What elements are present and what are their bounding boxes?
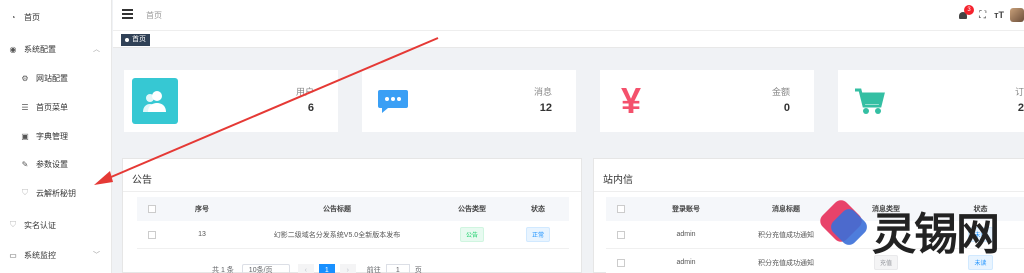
sidebar-item-label: 参数设置 — [36, 159, 68, 169]
avatar[interactable] — [1010, 8, 1024, 22]
stat-card-messages[interactable]: 消息 12 — [362, 70, 576, 132]
sidebar-item-label: 系统配置 — [24, 44, 56, 54]
font-size-icon[interactable]: тT — [994, 10, 1004, 20]
row-checkbox[interactable] — [617, 258, 625, 267]
list-icon: ☰ — [21, 102, 29, 112]
tag-label: 首页 — [132, 36, 146, 43]
cell-id: 13 — [198, 231, 206, 238]
column-header: 序号 — [195, 206, 209, 213]
type-tag: 公告 — [459, 227, 484, 242]
fullscreen-icon[interactable]: ⛶ — [979, 10, 986, 21]
notice-panel: 公告 序号 公告标题 公告类型 状态 13 幻影二级域名分发系统V5.0全新版本… — [122, 158, 582, 273]
sidebar-item-system-config[interactable]: ◉ 系统配置 ︿ — [0, 35, 112, 63]
yen-icon: ¥ — [608, 78, 654, 124]
stat-label: 用户 — [295, 87, 314, 97]
message-icon — [370, 78, 416, 124]
status-tag: 正常 — [525, 227, 550, 242]
sidebar-item-site-config[interactable]: ⚙ 网站配置 — [0, 64, 112, 92]
column-header: 状态 — [531, 206, 545, 213]
goto-suffix: 页 — [414, 267, 422, 273]
chevron-up-icon: ︿ — [93, 46, 100, 53]
sidebar-item-monitor[interactable]: ▭ 系统监控 ﹀ — [0, 241, 112, 269]
page-number[interactable]: 1 — [318, 263, 335, 273]
stat-label: 订 — [1014, 87, 1024, 97]
stat-value: 6 — [307, 102, 314, 114]
settings-icon: ◉ — [9, 44, 17, 54]
row-checkbox[interactable] — [617, 230, 625, 239]
sidebar-item-label: 云解析秘钥 — [36, 188, 76, 198]
tag-home[interactable]: 首页 — [121, 34, 150, 46]
sidebar: ◔ 首页 ◉ 系统配置 ︿ ⚙ 网站配置 ☰ 首页菜单 ▣ 字典管理 ✎ 参数设… — [0, 0, 112, 273]
column-header: 公告标题 — [323, 206, 351, 213]
cell-title: 积分充值成功通知 — [758, 259, 814, 267]
cell-title: 幻影二级域名分发系统V5.0全新版本发布 — [273, 231, 401, 239]
bell-icon[interactable]: 3 — [957, 5, 975, 21]
goto-label: 前往 — [366, 267, 381, 273]
sidebar-item-label: 首页 — [24, 12, 40, 22]
edit-icon: ✎ — [21, 159, 29, 169]
stat-label: 金额 — [771, 87, 790, 97]
select-all-checkbox[interactable] — [617, 205, 625, 213]
select-all-checkbox[interactable] — [148, 205, 156, 213]
next-page-icon[interactable]: › — [339, 263, 356, 273]
table-row[interactable]: 13 幻影二级域名分发系统V5.0全新版本发布 公告 正常 — [137, 221, 569, 249]
watermark-text: 灵锡网 — [872, 209, 1000, 260]
stat-value: 2 — [1017, 102, 1024, 114]
prev-page-icon[interactable]: ‹ — [297, 263, 314, 273]
hamburger-icon[interactable] — [122, 9, 133, 19]
shield-icon: ⛉ — [22, 188, 28, 197]
sidebar-item-dns-key[interactable]: ⛉ 云解析秘钥 — [0, 179, 112, 207]
tags-view: 首页 — [113, 31, 1024, 48]
sidebar-item-params[interactable]: ✎ 参数设置 — [0, 150, 112, 178]
dashboard-icon: ◔ — [10, 12, 16, 22]
cell-account: admin — [676, 231, 696, 238]
sidebar-item-real-name[interactable]: ⛉ 实名认证 — [0, 211, 112, 239]
panel-title: 站内信 — [603, 175, 633, 186]
sidebar-item-label: 网站配置 — [36, 73, 68, 83]
sidebar-item-label: 实名认证 — [24, 220, 56, 230]
table-header: 序号 公告标题 公告类型 状态 — [137, 197, 569, 221]
stat-card-orders[interactable]: 订 2 — [838, 70, 1024, 132]
stat-value: 12 — [539, 102, 552, 114]
panel-title: 公告 — [132, 175, 152, 186]
chevron-down-icon: ﹀ — [93, 252, 100, 259]
sidebar-item-label: 首页菜单 — [36, 102, 68, 112]
stat-card-users[interactable]: 用户 6 — [124, 70, 338, 132]
sidebar-item-label: 系统监控 — [24, 250, 56, 260]
cart-icon — [846, 78, 892, 124]
page-size-select[interactable]: 10条/页 — [241, 263, 290, 273]
goto-input[interactable]: 1 — [385, 263, 410, 273]
pagination-total: 共 1 条 — [212, 267, 234, 273]
dot-icon — [125, 38, 129, 42]
pagination: 共 1 条 10条/页 ‹ 1 › 前往 1 页 — [212, 263, 422, 273]
sidebar-item-label: 字典管理 — [36, 131, 68, 141]
stat-card-amount[interactable]: ¥ 金额 0 — [600, 70, 814, 132]
gear-icon: ⚙ — [21, 73, 29, 83]
cell-account: admin — [676, 259, 696, 266]
sidebar-item-home[interactable]: ◔ 首页 — [0, 3, 112, 31]
shield-icon: ⛉ — [10, 220, 16, 229]
column-header: 登录账号 — [672, 206, 700, 213]
users-icon — [132, 78, 178, 124]
stat-label: 消息 — [533, 87, 552, 97]
breadcrumb[interactable]: 首页 — [146, 10, 162, 21]
row-checkbox[interactable] — [148, 230, 156, 239]
book-icon: ▣ — [21, 131, 29, 141]
sidebar-item-dictionary[interactable]: ▣ 字典管理 — [0, 122, 112, 150]
monitor-icon: ▭ — [9, 250, 17, 260]
watermark-logo: 灵锡网 — [820, 196, 1024, 260]
sidebar-item-home-menu[interactable]: ☰ 首页菜单 — [0, 93, 112, 121]
notification-badge: 3 — [964, 5, 975, 15]
stat-value: 0 — [783, 102, 790, 114]
column-header: 公告类型 — [458, 206, 486, 213]
top-navbar: 首页 3 ⛶ тT — [113, 0, 1024, 31]
